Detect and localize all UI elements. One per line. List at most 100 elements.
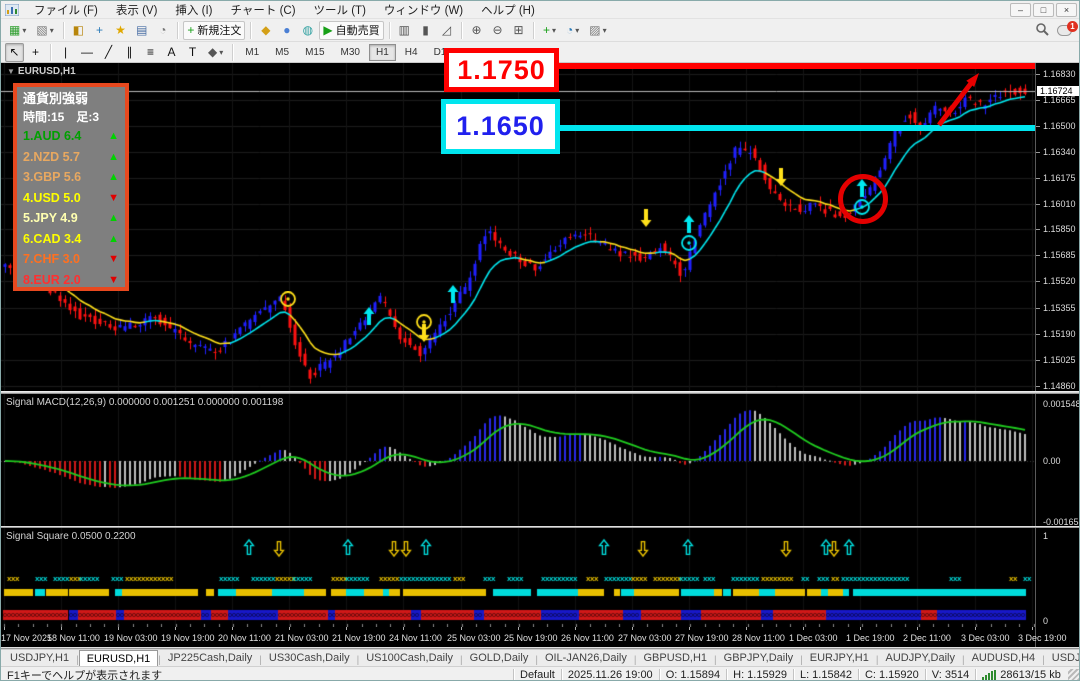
new-order-button[interactable]: + 新規注文: [183, 20, 246, 40]
timeframe-m15[interactable]: M15: [298, 44, 331, 61]
minimize-icon[interactable]: –: [1010, 2, 1031, 17]
chart-tab-4[interactable]: US100Cash,Daily: [359, 650, 460, 666]
price-axis[interactable]: 1.16724 0.001548 0.00 -0.001658 1 0 1.16…: [1035, 63, 1079, 649]
chart-tab-7[interactable]: GBPUSD,H1: [636, 650, 714, 666]
channel-button[interactable]: ∥: [120, 43, 139, 62]
zoom-in-button[interactable]: ⊕: [467, 21, 486, 40]
crosshair-button[interactable]: +: [26, 43, 45, 62]
line-chart-button[interactable]: ◿: [437, 21, 456, 40]
timeframe-m5[interactable]: M5: [268, 44, 296, 61]
macd-panel-canvas[interactable]: [1, 394, 1035, 526]
axis-tick: [1036, 386, 1040, 387]
chart-tab-2[interactable]: JP225Cash,Daily: [161, 650, 259, 666]
shapes-button[interactable]: ◆ ▾: [204, 43, 227, 62]
axis-tick: [1036, 334, 1040, 335]
trend-arrow[interactable]: [929, 63, 993, 133]
experts-button[interactable]: ●: [277, 21, 296, 40]
vertical-line-icon: |: [63, 45, 68, 59]
crosshair-icon: +: [31, 45, 39, 59]
strength-row-aud: 1.AUD 6.4 ▲: [23, 126, 119, 147]
date-tick: [346, 627, 347, 630]
chevron-down-icon: ▾: [219, 47, 224, 57]
text-button[interactable]: A: [162, 43, 181, 62]
menu-item-3[interactable]: チャート (C): [221, 1, 304, 19]
currency-strength-panel: 通貨別強弱 時間:15 足:3 1.AUD 6.4 ▲ 2.NZD 5.7 ▲ 3.GB…: [13, 83, 129, 291]
horizontal-line-button[interactable]: —: [77, 43, 97, 62]
resistance-price-label[interactable]: 1.1750: [444, 48, 559, 92]
menu-item-5[interactable]: ウィンドウ (W): [375, 1, 472, 19]
chart-tab-11[interactable]: AUDUSD,H4: [965, 650, 1043, 666]
menu-item-1[interactable]: 表示 (V): [107, 1, 167, 19]
panel-splitter[interactable]: [1, 526, 1079, 528]
timeframe-h4[interactable]: H4: [398, 44, 425, 61]
templates-button[interactable]: ▨ ▾: [585, 21, 610, 40]
timeframe-m1[interactable]: M1: [238, 44, 266, 61]
indicators-button[interactable]: + ▾: [539, 21, 560, 40]
axis-tick: [1036, 152, 1040, 153]
zoom-out-icon: ⊖: [492, 23, 503, 37]
chart-tab-1[interactable]: EURUSD,H1: [78, 650, 159, 666]
status-bar: F1キーでヘルプが表示されます Default 2025.11.26 19:00 O…: [1, 666, 1079, 681]
strength-row-label: 1.AUD 6.4: [23, 129, 82, 144]
candlestick-chart-button[interactable]: ▮: [416, 21, 435, 40]
text-label-button[interactable]: T: [183, 43, 202, 62]
signal-square-canvas[interactable]: [1, 528, 1035, 627]
chart-tab-6[interactable]: OIL-JAN26,Daily: [538, 650, 634, 666]
menu-item-6[interactable]: ヘルプ (H): [472, 1, 544, 19]
bar-chart-button[interactable]: ▥: [395, 21, 414, 40]
axis-tick: [1036, 360, 1040, 361]
timeframe-h1[interactable]: H1: [368, 43, 396, 61]
panel-splitter[interactable]: [1, 647, 1079, 649]
strategy-tester-button[interactable]: ◔: [153, 21, 172, 40]
signal-highlight-circle[interactable]: [838, 174, 888, 224]
new-chart-icon: ▦: [9, 23, 21, 37]
terminal-button[interactable]: ▤: [132, 21, 151, 40]
chart-tab-0[interactable]: USDJPY,H1: [3, 650, 76, 666]
timeframe-m30[interactable]: M30: [334, 44, 367, 61]
periods-button[interactable]: ◔ ▾: [562, 21, 583, 40]
support-price-label[interactable]: 1.1650: [441, 99, 560, 154]
new-chart-button[interactable]: ▦ ▾: [5, 21, 30, 40]
chart-tab-12[interactable]: USDJPY,H1: [1045, 650, 1079, 666]
data-window-button[interactable]: +: [90, 21, 109, 40]
chart-tab-8[interactable]: GBPJPY,Daily: [717, 650, 801, 666]
candlestick-chart-icon: ▮: [422, 23, 429, 37]
trend-line-button[interactable]: ╱: [99, 43, 118, 62]
metaeditor-button[interactable]: ◆: [256, 21, 275, 40]
cursor-button[interactable]: ↖: [5, 42, 24, 62]
date-axis-label: 19 Nov 03:00: [104, 633, 158, 643]
chart-tab-3[interactable]: US30Cash,Daily: [262, 650, 357, 666]
down-triangle-icon: ▼: [108, 273, 119, 286]
vertical-line-button[interactable]: |: [56, 43, 75, 62]
news-button[interactable]: ◍: [298, 21, 317, 40]
chart-tab-5[interactable]: GOLD,Daily: [463, 650, 536, 666]
menu-item-4[interactable]: ツール (T): [305, 1, 375, 19]
status-item-0: Default: [520, 668, 555, 681]
line-chart-icon: ◿: [441, 23, 452, 37]
restore-icon[interactable]: □: [1033, 2, 1054, 17]
chart-tab-9[interactable]: EURJPY,H1: [803, 650, 876, 666]
panel-splitter[interactable]: [1, 391, 1079, 394]
date-axis[interactable]: 17 Nov 2025 18 Nov 11:00 19 Nov 03:00 19 No…: [1, 627, 1067, 647]
zoom-out-button[interactable]: ⊖: [488, 21, 507, 40]
fibonacci-button[interactable]: ≡: [141, 43, 160, 62]
date-tick: [860, 627, 861, 630]
menu-item-2[interactable]: 挿入 (I): [166, 1, 221, 19]
market-watch-button[interactable]: ◧: [69, 21, 88, 40]
date-tick: [461, 627, 462, 630]
notifications-icon[interactable]: 1: [1057, 20, 1078, 36]
window-controls: – □ ×: [1010, 2, 1077, 17]
autotrade-button[interactable]: ▶ 自動売買: [319, 20, 384, 40]
resize-grip[interactable]: [1068, 669, 1079, 680]
profiles-button[interactable]: ▧ ▾: [32, 21, 57, 40]
menu-item-0[interactable]: ファイル (F): [25, 1, 107, 19]
metaeditor-icon: ◆: [261, 23, 271, 37]
tile-windows-button[interactable]: ⊞: [509, 21, 528, 40]
price-axis-label: 1.15355: [1043, 302, 1076, 313]
chart-symbol-label[interactable]: ▼ EURUSD,H1: [7, 66, 76, 77]
chart-tab-10[interactable]: AUDJPY,Daily: [878, 650, 962, 666]
navigator-button[interactable]: ★: [111, 21, 130, 40]
strength-row-label: 2.NZD 5.7: [23, 149, 80, 164]
close-icon[interactable]: ×: [1056, 2, 1077, 17]
search-icon[interactable]: [1035, 22, 1049, 39]
